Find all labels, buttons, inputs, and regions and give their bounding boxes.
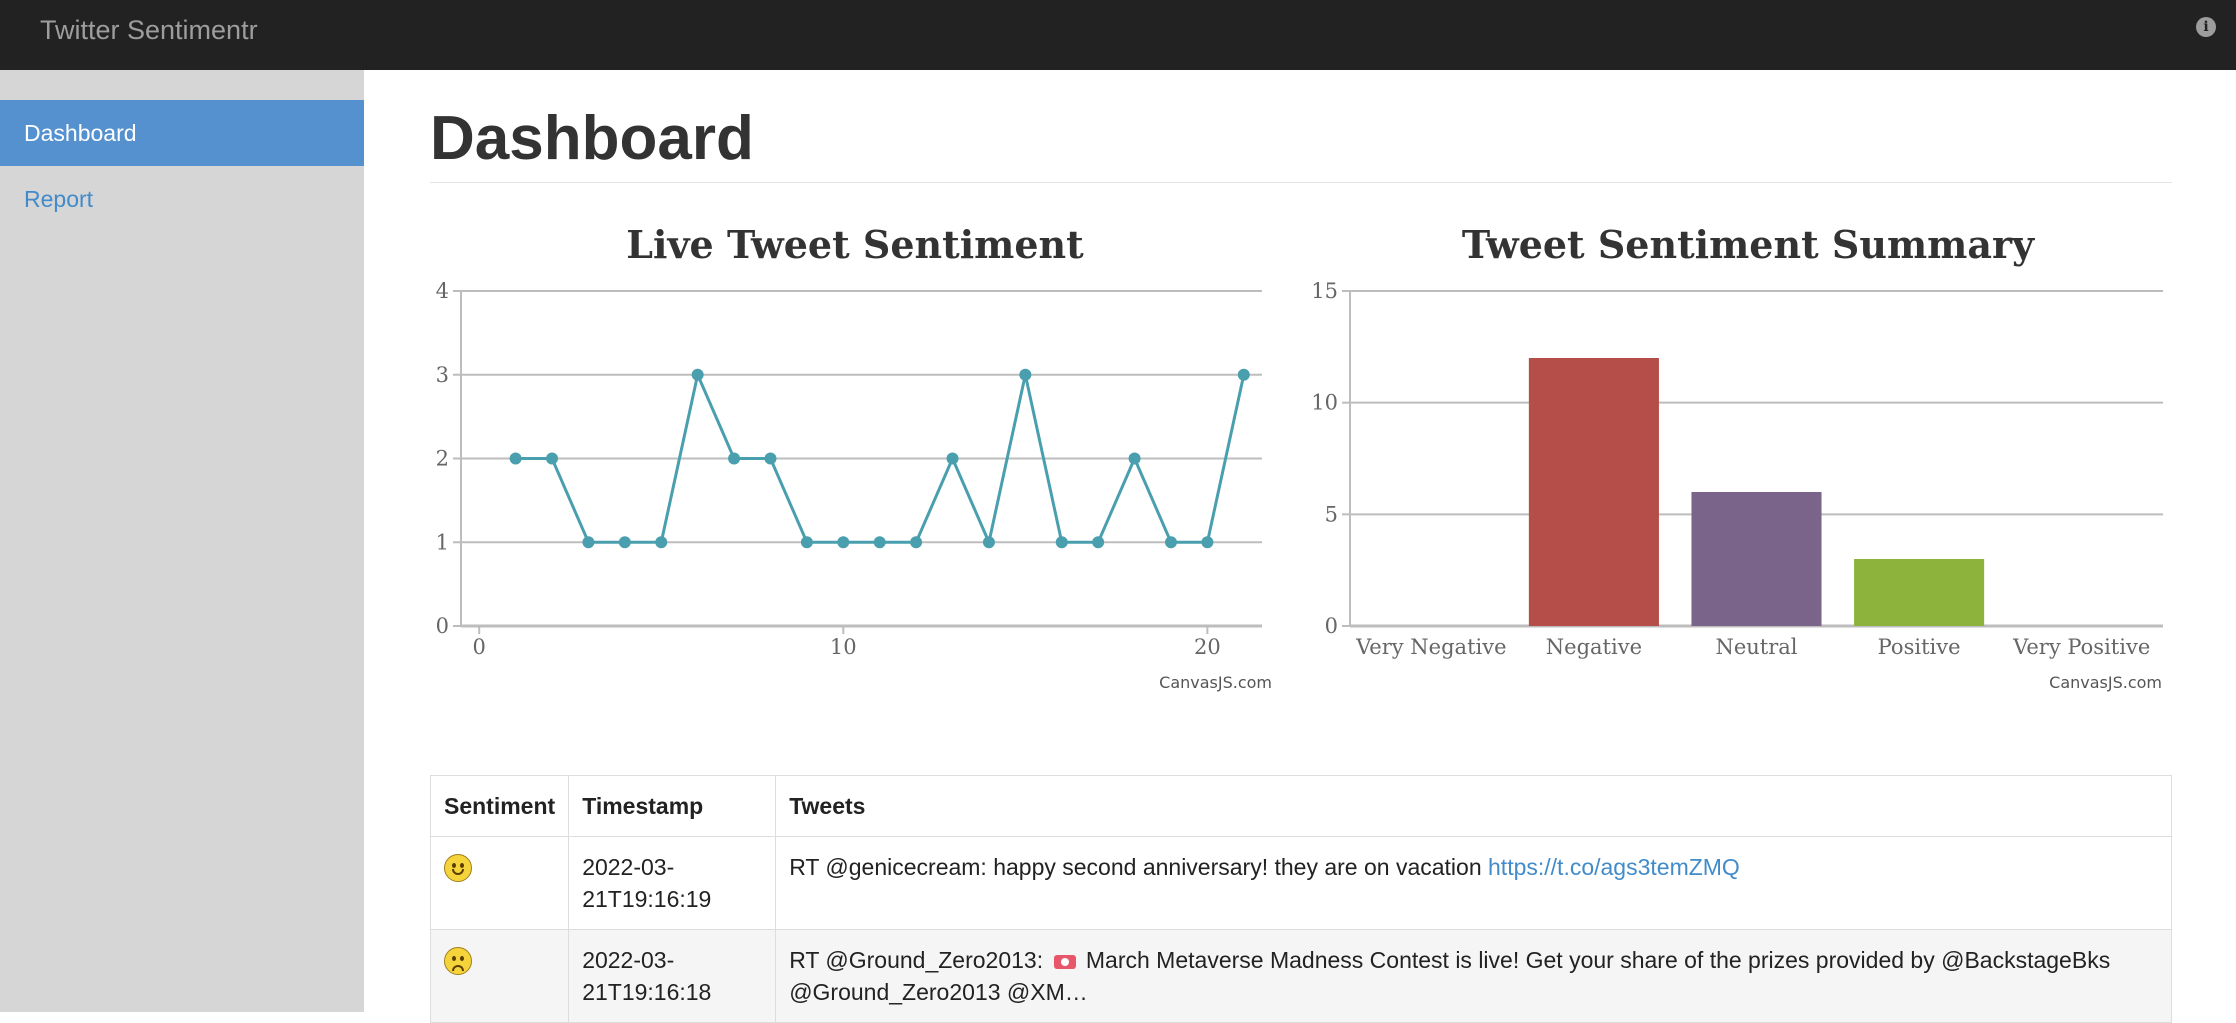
sentiment-cell (429, 836, 570, 930)
y-tick-label: 10 (1311, 391, 1338, 415)
chart-credit[interactable]: CanvasJS.com (1159, 673, 1272, 692)
tweet-cell: RT @Ground_Zero2013: March Metaverse Mad… (775, 929, 2172, 1023)
bar-negative (1528, 358, 1659, 626)
sidebar-item-dashboard[interactable]: Dashboard (0, 100, 364, 166)
app-brand[interactable]: Twitter Sentimentr (40, 0, 258, 60)
y-tick-label: 1 (436, 530, 449, 554)
sentiment-cell (429, 929, 570, 1023)
data-point (582, 536, 595, 549)
live-tweet-sentiment-chart: Live Tweet Sentiment 0 1 2 3 4 0 10 20 CanvasJS… (430, 210, 1290, 770)
y-tick-label: 0 (1325, 614, 1338, 638)
data-point (982, 536, 995, 549)
data-point (618, 536, 631, 549)
tweet-cell: RT @genicecream: happy second anniversar… (775, 836, 2172, 930)
tweet-sentiment-summary-chart: Tweet Sentiment Summary 0 5 10 15 Very Negat… (1310, 210, 2172, 770)
table-row: 2022-03- 21T19:16:18 RT @Ground_Zero2013:… (429, 929, 2172, 1023)
tweet-text-continued: March Metaverse Madness Contest is live!… (1079, 947, 2111, 973)
data-point (1055, 536, 1068, 549)
bar-neutral (1691, 492, 1822, 626)
charts-row: Live Tweet Sentiment 0 1 2 3 4 0 10 20 CanvasJS… (430, 210, 2172, 770)
column-header-timestamp: Timestamp (568, 775, 777, 837)
data-point (764, 452, 777, 465)
data-point (946, 452, 959, 465)
column-header-sentiment: Sentiment (429, 775, 570, 837)
y-tick-label: 15 (1311, 279, 1338, 303)
data-point (837, 536, 850, 549)
data-point (691, 368, 704, 381)
smiley-face-icon (444, 854, 472, 882)
x-tick-label: 20 (1194, 635, 1221, 659)
data-point (509, 452, 522, 465)
table-header-row: Sentiment Timestamp Tweets (429, 775, 2172, 837)
column-header-tweets: Tweets (775, 775, 2172, 837)
data-point (1128, 452, 1141, 465)
timestamp-time: 21T19:16:18 (582, 979, 712, 1005)
data-point (1164, 536, 1177, 549)
y-tick-label: 3 (436, 363, 449, 387)
bar-positive (1854, 559, 1985, 626)
tweet-text-line2: @Ground_Zero2013 @XM… (789, 979, 1088, 1005)
x-tick-label: 0 (473, 635, 486, 659)
sidebar-item-report[interactable]: Report (0, 166, 364, 232)
data-point (728, 452, 741, 465)
main-content: Dashboard Live Tweet Sentiment 0 1 2 3 4 0 10 2… (429, 70, 2172, 1023)
y-tick-label: 0 (436, 614, 449, 638)
y-tick-label: 5 (1325, 502, 1338, 526)
timestamp-date: 2022-03- (582, 947, 675, 973)
data-point (1092, 536, 1105, 549)
data-point (655, 536, 668, 549)
x-category-label: Very Negative (1355, 635, 1506, 659)
page-title: Dashboard (430, 70, 2172, 183)
x-tick-label: 10 (830, 635, 857, 659)
ticket-emoji-icon (1053, 954, 1076, 969)
y-tick-label: 4 (436, 279, 449, 303)
x-category-label: Negative (1546, 635, 1642, 659)
x-category-label: Very Positive (2012, 635, 2150, 659)
data-point (1201, 536, 1214, 549)
timestamp-date: 2022-03- (582, 854, 675, 880)
data-point (800, 536, 813, 549)
frowning-face-icon (444, 947, 472, 975)
tweet-link[interactable]: https://t.co/ags3temZMQ (1488, 854, 1740, 880)
chart-title: Tweet Sentiment Summary (1462, 222, 2035, 267)
top-navbar: Twitter Sentimentr i (0, 0, 2236, 70)
data-point (546, 452, 559, 465)
timestamp-cell: 2022-03- 21T19:16:19 (568, 836, 777, 930)
data-point (910, 536, 923, 549)
table-row: 2022-03- 21T19:16:19 RT @genicecream: hap… (429, 836, 2172, 930)
data-point (873, 536, 886, 549)
data-point (1237, 368, 1250, 381)
timestamp-cell: 2022-03- 21T19:16:18 (568, 929, 777, 1023)
chart-title: Live Tweet Sentiment (626, 222, 1084, 267)
line-chart-svg: Live Tweet Sentiment 0 1 2 3 4 0 10 20 CanvasJS… (436, 222, 1272, 692)
tweets-table: Sentiment Timestamp Tweets 2022-03- 21T19… (429, 775, 2172, 1023)
info-icon[interactable]: i (2196, 17, 2216, 37)
timestamp-time: 21T19:16:19 (582, 886, 712, 912)
x-category-label: Positive (1878, 635, 1961, 659)
data-point (1019, 368, 1032, 381)
y-tick-label: 2 (436, 447, 449, 471)
bar-chart-svg: Tweet Sentiment Summary 0 5 10 15 Very Negat… (1311, 222, 2163, 692)
tweet-text: RT @Ground_Zero2013: (789, 947, 1050, 973)
sidebar: Dashboard Report (0, 70, 364, 1012)
x-category-label: Neutral (1715, 635, 1797, 659)
chart-credit[interactable]: CanvasJS.com (2049, 673, 2162, 692)
tweet-text: RT @genicecream: happy second anniversar… (789, 854, 1489, 880)
